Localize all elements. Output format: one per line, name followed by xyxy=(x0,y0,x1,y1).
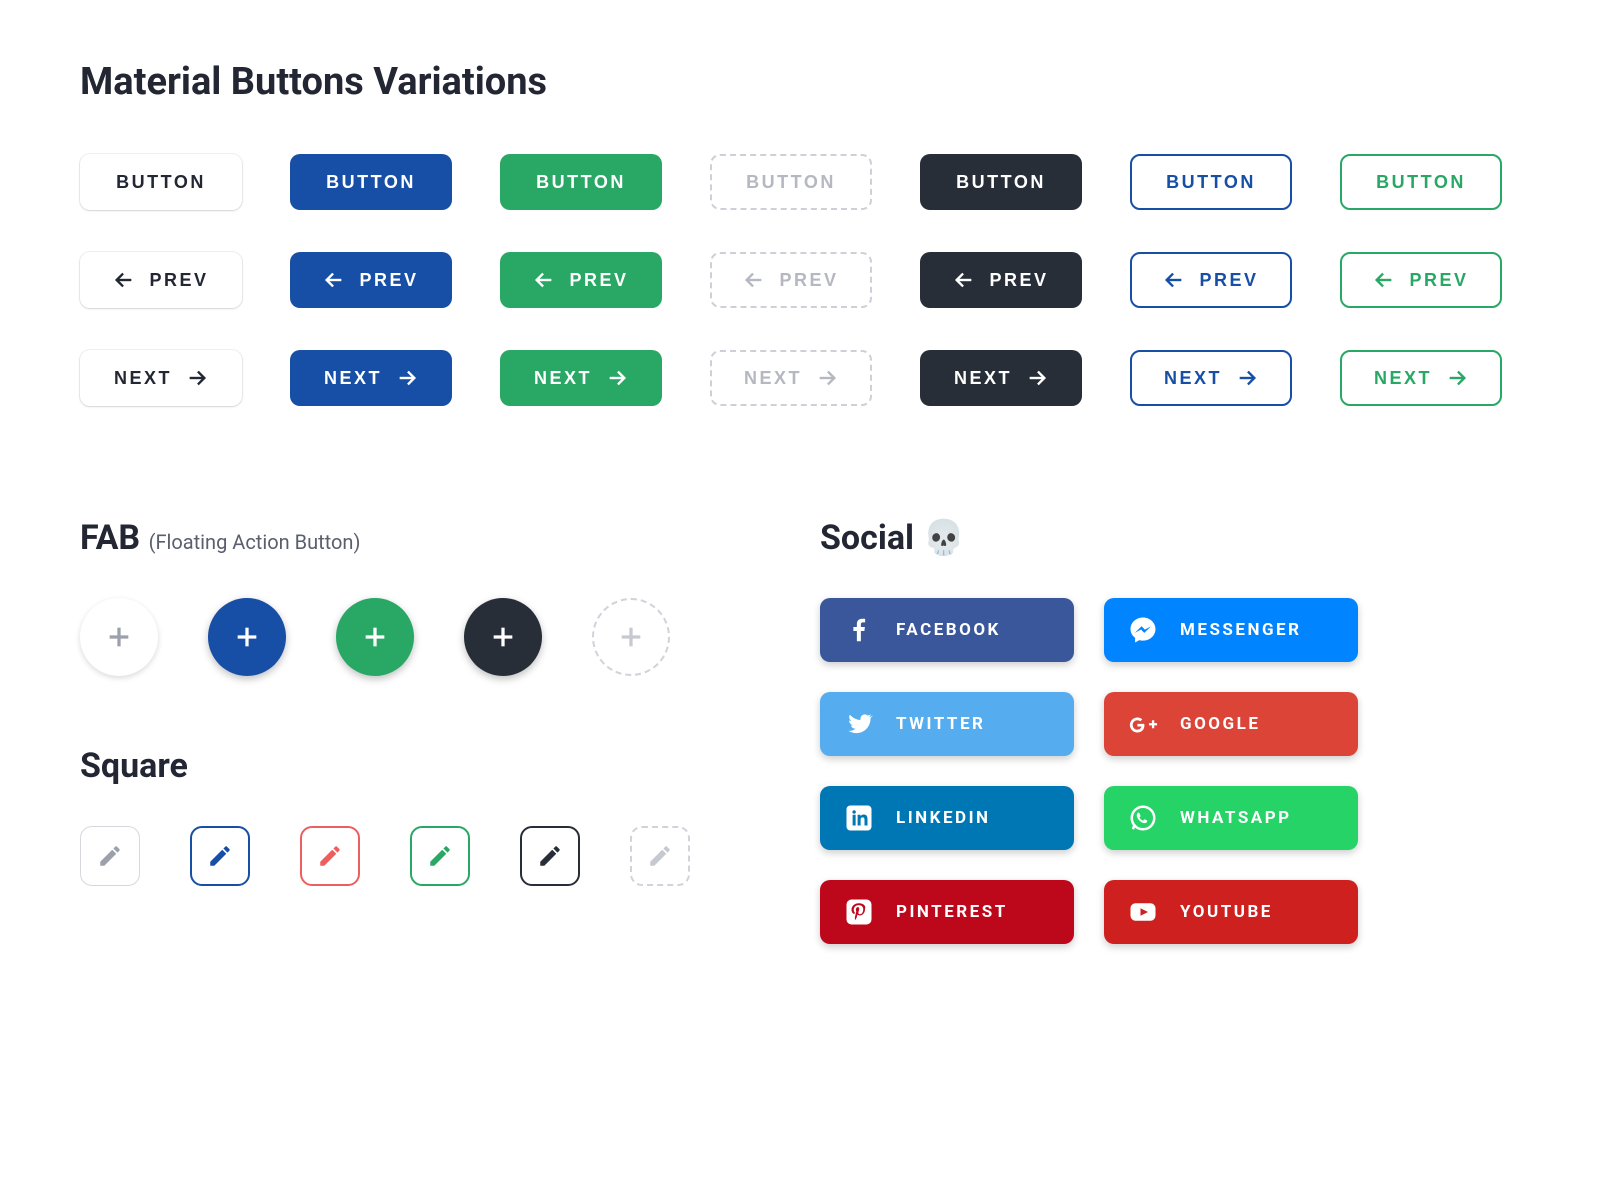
plus-icon xyxy=(233,623,261,651)
prev-outline-green[interactable]: PREV xyxy=(1340,252,1502,308)
google-plus-icon xyxy=(1128,709,1158,739)
page-title: Material Buttons Variations xyxy=(80,60,1520,104)
social-label: GOOGLE xyxy=(1180,714,1260,734)
square-row xyxy=(80,826,690,886)
fab-row xyxy=(80,598,690,676)
arrow-right-icon xyxy=(1236,367,1258,389)
pencil-icon xyxy=(647,843,673,869)
square-default[interactable] xyxy=(80,826,140,886)
social-label: FACEBOOK xyxy=(896,620,1001,640)
social-label: WHATSAPP xyxy=(1180,808,1292,828)
square-blue[interactable] xyxy=(190,826,250,886)
social-label: PINTEREST xyxy=(896,902,1008,922)
social-pinterest[interactable]: PINTEREST xyxy=(820,880,1074,944)
youtube-icon xyxy=(1128,897,1158,927)
arrow-right-icon xyxy=(396,367,418,389)
next-outline-blue[interactable]: NEXT xyxy=(1130,350,1292,406)
arrow-right-icon xyxy=(186,367,208,389)
pencil-icon xyxy=(427,843,453,869)
fab-dark[interactable] xyxy=(464,598,542,676)
arrow-left-icon xyxy=(1163,269,1185,291)
fab-subtitle: (Floating Action Button) xyxy=(149,530,361,554)
social-linkedin[interactable]: LINKEDIN xyxy=(820,786,1074,850)
prev-primary[interactable]: PREV xyxy=(290,252,452,308)
plus-icon xyxy=(361,623,389,651)
social-label: LINKEDIN xyxy=(896,808,991,828)
social-youtube[interactable]: YOUTUBE xyxy=(1104,880,1358,944)
button-success[interactable]: BUTTON xyxy=(500,154,662,210)
button-outline-blue[interactable]: BUTTON xyxy=(1130,154,1292,210)
next-default[interactable]: NEXT xyxy=(80,350,242,406)
social-grid: FACEBOOK MESSENGER TWITTER GOOGLE LINKED… xyxy=(820,598,1358,944)
prev-row: PREV PREV PREV PREV PREV PREV PREV xyxy=(80,252,1520,308)
square-green[interactable] xyxy=(410,826,470,886)
arrow-left-icon xyxy=(953,269,975,291)
next-row: NEXT NEXT NEXT NEXT NEXT NEXT NEXT xyxy=(80,350,1520,406)
next-dashed[interactable]: NEXT xyxy=(710,350,872,406)
fab-heading: FAB (Floating Action Button) xyxy=(80,518,690,558)
social-label: MESSENGER xyxy=(1180,620,1301,640)
arrow-right-icon xyxy=(606,367,628,389)
social-twitter[interactable]: TWITTER xyxy=(820,692,1074,756)
prev-dashed[interactable]: PREV xyxy=(710,252,872,308)
plus-icon xyxy=(105,623,133,651)
whatsapp-icon xyxy=(1128,803,1158,833)
prev-dark[interactable]: PREV xyxy=(920,252,1082,308)
square-red[interactable] xyxy=(300,826,360,886)
button-dashed[interactable]: BUTTON xyxy=(710,154,872,210)
square-dashed[interactable] xyxy=(630,826,690,886)
prev-success[interactable]: PREV xyxy=(500,252,662,308)
next-primary[interactable]: NEXT xyxy=(290,350,452,406)
button-dark[interactable]: BUTTON xyxy=(920,154,1082,210)
social-messenger[interactable]: MESSENGER xyxy=(1104,598,1358,662)
square-dark[interactable] xyxy=(520,826,580,886)
fab-dashed[interactable] xyxy=(592,598,670,676)
pencil-icon xyxy=(207,843,233,869)
arrow-left-icon xyxy=(323,269,345,291)
arrow-left-icon xyxy=(113,269,135,291)
arrow-right-icon xyxy=(1026,367,1048,389)
button-row: BUTTON BUTTON BUTTON BUTTON BUTTON BUTTO… xyxy=(80,154,1520,210)
arrow-left-icon xyxy=(533,269,555,291)
messenger-icon xyxy=(1128,615,1158,645)
button-primary[interactable]: BUTTON xyxy=(290,154,452,210)
arrow-right-icon xyxy=(1446,367,1468,389)
next-dark[interactable]: NEXT xyxy=(920,350,1082,406)
fab-default[interactable] xyxy=(80,598,158,676)
square-heading: Square xyxy=(80,746,690,786)
pinterest-icon xyxy=(844,897,874,927)
social-heading: Social 💀 xyxy=(820,518,1358,558)
next-success[interactable]: NEXT xyxy=(500,350,662,406)
arrow-left-icon xyxy=(743,269,765,291)
social-facebook[interactable]: FACEBOOK xyxy=(820,598,1074,662)
fab-success[interactable] xyxy=(336,598,414,676)
button-default[interactable]: BUTTON xyxy=(80,154,242,210)
fab-primary[interactable] xyxy=(208,598,286,676)
plus-icon xyxy=(489,623,517,651)
arrow-left-icon xyxy=(1373,269,1395,291)
pencil-icon xyxy=(97,843,123,869)
prev-outline-blue[interactable]: PREV xyxy=(1130,252,1292,308)
pencil-icon xyxy=(537,843,563,869)
pencil-icon xyxy=(317,843,343,869)
social-label: TWITTER xyxy=(896,714,985,734)
social-whatsapp[interactable]: WHATSAPP xyxy=(1104,786,1358,850)
facebook-icon xyxy=(844,615,874,645)
social-google[interactable]: GOOGLE xyxy=(1104,692,1358,756)
linkedin-icon xyxy=(844,803,874,833)
arrow-right-icon xyxy=(816,367,838,389)
plus-icon xyxy=(617,623,645,651)
next-outline-green[interactable]: NEXT xyxy=(1340,350,1502,406)
prev-default[interactable]: PREV xyxy=(80,252,242,308)
social-label: YOUTUBE xyxy=(1180,902,1273,922)
twitter-icon xyxy=(844,709,874,739)
button-outline-green[interactable]: BUTTON xyxy=(1340,154,1502,210)
